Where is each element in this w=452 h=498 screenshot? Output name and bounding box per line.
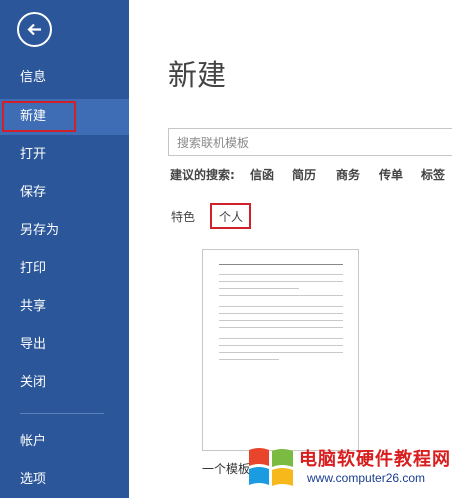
- template-caption[interactable]: 一个模板: [202, 460, 250, 477]
- suggested-tag-labels[interactable]: 标签: [421, 166, 445, 183]
- tab-featured[interactable]: 特色: [171, 208, 195, 225]
- suggested-searches-label: 建议的搜索:: [170, 168, 235, 182]
- sidebar-item-open[interactable]: 打开: [0, 137, 129, 173]
- sidebar-item-save-as[interactable]: 另存为: [0, 213, 129, 249]
- suggested-tag-flyer[interactable]: 传单: [379, 166, 403, 183]
- sidebar-item-account[interactable]: 帐户: [0, 424, 129, 460]
- sidebar-item-options[interactable]: 选项: [0, 462, 129, 498]
- suggested-tag-business[interactable]: 商务: [336, 166, 360, 183]
- search-templates-input[interactable]: 搜索联机模板: [168, 128, 452, 156]
- sidebar-divider: [20, 413, 104, 414]
- sidebar-item-save[interactable]: 保存: [0, 175, 129, 211]
- template-thumbnail[interactable]: [202, 249, 359, 451]
- watermark: 电脑软硬件教程网 www.computer26.com: [247, 437, 452, 498]
- tab-personal[interactable]: 个人: [219, 208, 243, 225]
- backstage-sidebar: 信息 新建 打开 保存 另存为 打印 共享 导出 关闭 帐户 选项: [0, 0, 129, 498]
- sidebar-item-print[interactable]: 打印: [0, 251, 129, 287]
- windows-logo-icon: [249, 448, 293, 486]
- arrow-left-icon: [27, 23, 41, 36]
- back-arrow-icon[interactable]: [17, 12, 52, 47]
- suggested-tag-letters[interactable]: 信函: [250, 166, 274, 183]
- highlight-box: [2, 101, 76, 132]
- sidebar-item-new[interactable]: 新建: [0, 99, 129, 135]
- suggested-tag-resume[interactable]: 简历: [292, 166, 316, 183]
- sidebar-item-export[interactable]: 导出: [0, 327, 129, 363]
- watermark-url: www.computer26.com: [307, 471, 426, 485]
- page-title: 新建: [168, 58, 227, 92]
- sidebar-item-close[interactable]: 关闭: [0, 365, 129, 401]
- sidebar-item-info[interactable]: 信息: [0, 60, 129, 96]
- sidebar-item-share[interactable]: 共享: [0, 289, 129, 325]
- suggested-searches: 建议的搜索: 信函 简历 商务 传单 标签: [170, 166, 445, 183]
- watermark-text: 电脑软硬件教程网: [299, 449, 451, 470]
